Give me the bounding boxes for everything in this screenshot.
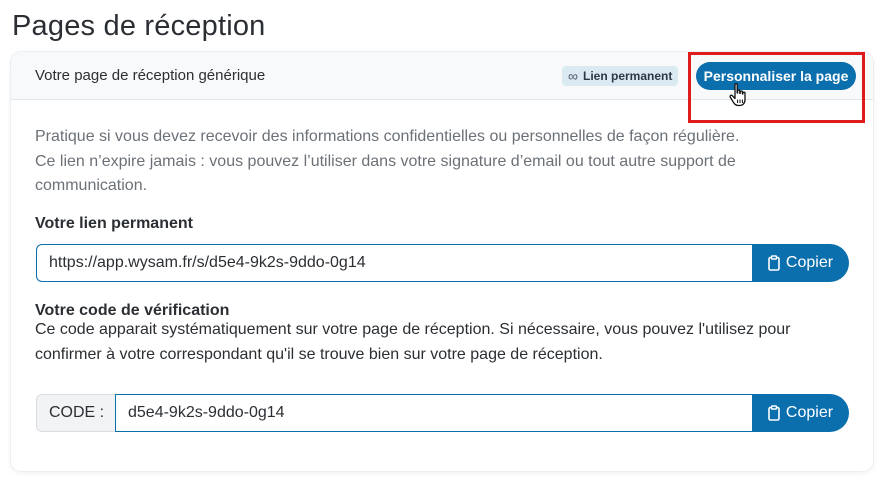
verification-code-field[interactable]: d5e4-9k2s-9ddo-0g14 xyxy=(115,394,752,432)
copy-code-button-label: Copier xyxy=(785,404,834,421)
description-line-2: Ce lien n’expire jamais : vous pouvez l’… xyxy=(35,152,736,195)
hand-pointer-cursor-icon xyxy=(729,83,746,107)
code-prefix: CODE : xyxy=(36,394,116,432)
customize-page-button[interactable]: Personnaliser la page xyxy=(696,62,856,90)
clipboard-icon xyxy=(768,255,780,271)
copy-code-button[interactable]: Copier xyxy=(752,394,849,432)
copy-link-button-label: Copier xyxy=(785,254,834,271)
page-title: Pages de réception xyxy=(12,10,266,42)
reception-page-card: Votre page de réception générique ∞ Lien… xyxy=(11,52,873,471)
copy-link-button[interactable]: Copier xyxy=(752,244,849,282)
infinity-icon: ∞ xyxy=(568,68,578,84)
permanent-link-badge-label: Lien permanent xyxy=(582,69,673,83)
verification-code-description: Ce code apparait systématiquement sur vo… xyxy=(35,321,791,363)
permanent-link-field[interactable]: https://app.wysam.fr/s/d5e4-9k2s-9ddo-0g… xyxy=(36,244,752,282)
permanent-link-badge: ∞ Lien permanent xyxy=(562,66,679,86)
description-line-1: Pratique si vous devez recevoir des info… xyxy=(35,128,740,145)
permanent-link-label: Votre lien permanent xyxy=(35,215,193,232)
clipboard-icon xyxy=(768,405,780,421)
card-header-title: Votre page de réception générique xyxy=(35,67,266,84)
card-description: Pratique si vous devez recevoir des info… xyxy=(35,125,835,199)
